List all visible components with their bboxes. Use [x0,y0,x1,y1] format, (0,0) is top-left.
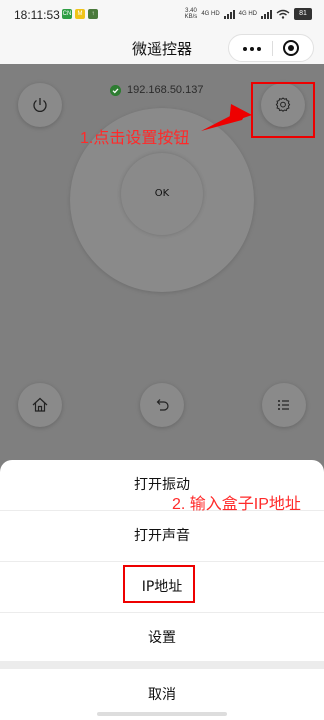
app-notification-icon: M [75,9,85,19]
list-menu-icon [278,400,289,410]
close-mini-program-icon[interactable] [283,40,299,56]
home-indicator [97,712,227,716]
status-time: 18:11:53 [14,8,60,22]
mini-program-capsule [228,34,314,62]
power-icon [33,98,47,112]
network-speed-unit: KB/s [184,14,198,20]
connection-status: 192.168.50.137 [110,84,203,96]
power-button[interactable] [18,83,62,127]
status-bar: 18:11:53 CN M ↑ 3.40 KB/s 4G HD 4G HD 81 [0,0,324,32]
ip-address: 192.168.50.137 [127,84,204,96]
network-type-1: 4G HD [201,11,220,17]
app-notification-icon: CN [62,9,72,19]
settings-highlight-box [251,82,315,138]
status-app-icons: CN M ↑ [62,9,98,19]
back-icon [156,399,169,411]
home-icon [32,397,48,412]
signal-strength-icon [223,9,235,19]
status-indicators: 3.40 KB/s 4G HD 4G HD 81 [185,8,312,20]
menu-button[interactable] [262,383,306,427]
network-type-2: 4G HD [238,11,257,17]
back-button[interactable] [140,383,184,427]
ok-label: OK [154,188,170,199]
home-button[interactable] [18,383,62,427]
connected-check-icon [110,84,121,96]
battery-icon: 81 [294,8,312,20]
annotation-step-1: 1.点击设置按钮 [80,130,190,147]
wifi-icon [276,9,290,19]
sheet-divider [0,661,324,669]
signal-strength-icon [261,9,272,19]
more-icon[interactable] [243,47,261,51]
ip-address-highlight-box [123,565,195,603]
annotation-step-2: 2. 输入盒子IP地址 [172,496,301,513]
sheet-item-sound[interactable]: 打开声音 [0,511,324,562]
network-speed: 3.40 KB/s [185,8,198,20]
sheet-item-settings[interactable]: 设置 [0,613,324,663]
title-bar: 微遥控器 [0,32,324,64]
app-notification-icon: ↑ [88,9,98,19]
capsule-divider [272,41,273,56]
